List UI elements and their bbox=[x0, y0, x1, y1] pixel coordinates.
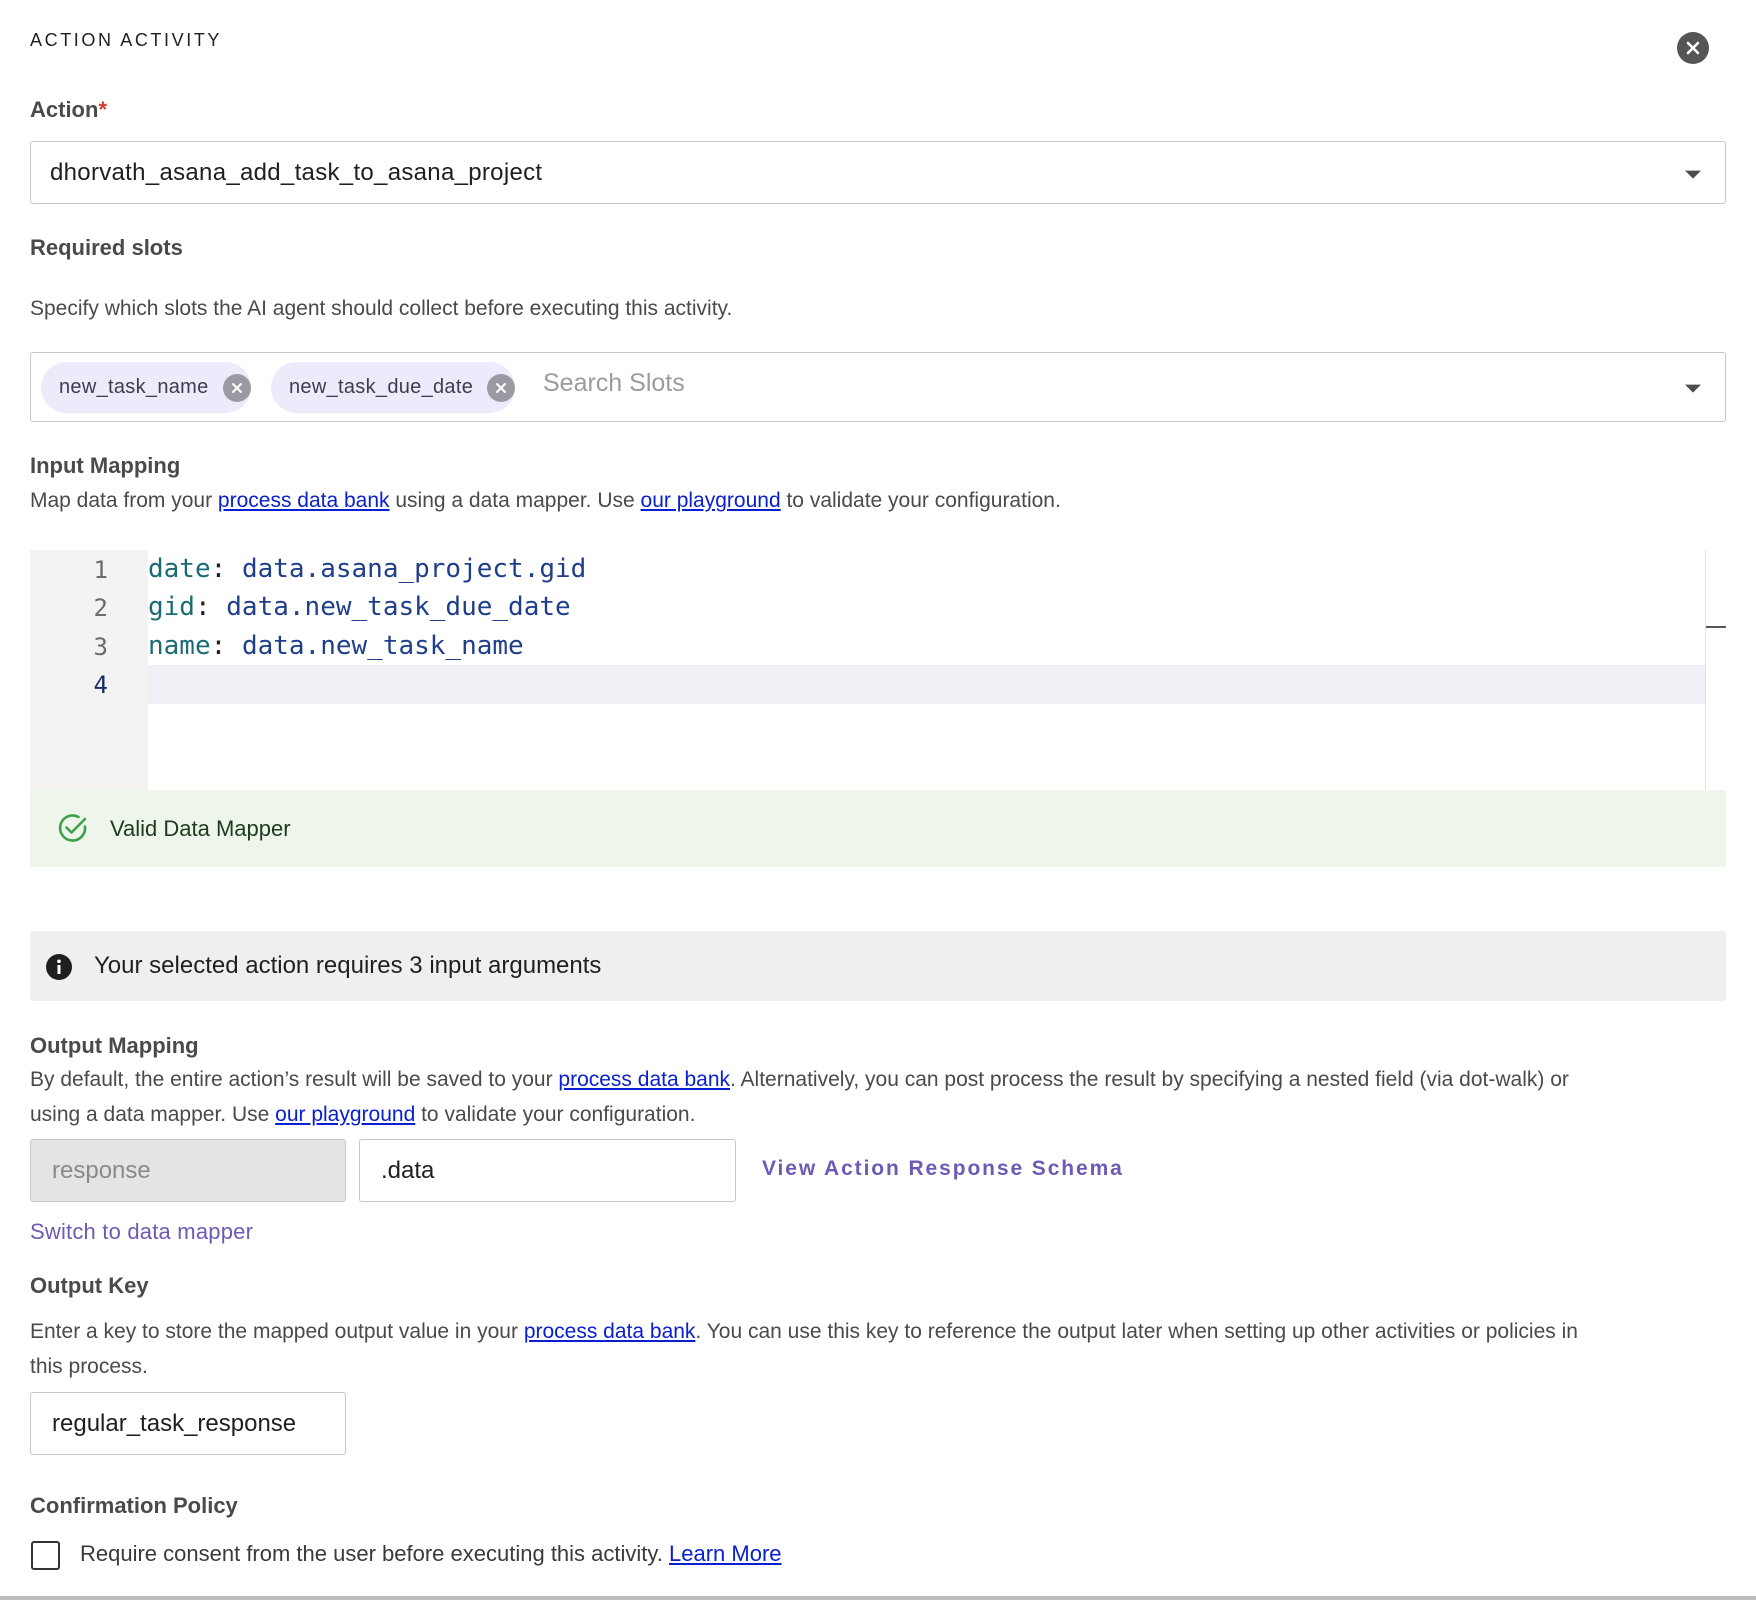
line-number: 1 bbox=[93, 556, 108, 584]
active-line-highlight bbox=[148, 665, 1706, 704]
action-select-value: dhorvath_asana_add_task_to_asana_project bbox=[50, 159, 543, 186]
close-button[interactable] bbox=[1677, 32, 1709, 64]
panel-title: ACTION ACTIVITY bbox=[30, 30, 223, 50]
consent-label: Require consent from the user before exe… bbox=[80, 1541, 782, 1566]
dot-walk-path-input[interactable] bbox=[359, 1139, 736, 1202]
slots-multiselect[interactable]: new_task_name new_task_due_date bbox=[30, 352, 1726, 422]
required-slots-label: Required slots bbox=[30, 235, 183, 260]
code-line: gid: data.new_task_due_date bbox=[148, 592, 571, 622]
close-icon bbox=[1686, 41, 1700, 55]
info-icon bbox=[46, 954, 72, 980]
remove-chip-icon[interactable] bbox=[222, 373, 251, 402]
response-prefix-input bbox=[30, 1139, 346, 1202]
input-mapping-label: Input Mapping bbox=[30, 453, 181, 478]
required-mark: * bbox=[98, 97, 108, 122]
output-key-label: Output Key bbox=[30, 1273, 149, 1298]
learn-more-link[interactable]: Learn More bbox=[669, 1541, 782, 1566]
playground-link[interactable]: our playground bbox=[641, 489, 781, 512]
process-data-bank-link[interactable]: process data bank bbox=[524, 1320, 696, 1343]
check-circle-icon bbox=[58, 814, 87, 842]
output-key-description: Enter a key to store the mapped output v… bbox=[30, 1320, 1578, 1378]
line-number: 3 bbox=[93, 633, 108, 661]
action-select[interactable]: dhorvath_asana_add_task_to_asana_project bbox=[30, 141, 1726, 204]
remove-chip-icon[interactable] bbox=[487, 373, 516, 402]
bottom-divider bbox=[0, 1596, 1756, 1600]
code-editor[interactable]: 1 2 3 4 date: data.asana_project.gid gid… bbox=[30, 550, 1726, 790]
input-mapping-description: Map data from your process data bank usi… bbox=[30, 489, 1061, 512]
action-label: Action* bbox=[30, 97, 108, 122]
playground-link[interactable]: our playground bbox=[275, 1103, 415, 1126]
info-text: Your selected action requires 3 input ar… bbox=[94, 952, 602, 979]
valid-mapper-text: Valid Data Mapper bbox=[110, 816, 291, 841]
editor-scrollbar[interactable] bbox=[1705, 550, 1706, 790]
slot-chip-label: new_task_name bbox=[59, 376, 209, 398]
info-banner: Your selected action requires 3 input ar… bbox=[30, 931, 1726, 1001]
chevron-down-icon[interactable] bbox=[1685, 384, 1701, 393]
switch-to-data-mapper-link[interactable]: Switch to data mapper bbox=[30, 1219, 253, 1245]
slot-chip: new_task_due_date bbox=[271, 362, 516, 413]
line-number: 4 bbox=[93, 671, 108, 699]
output-mapping-description: By default, the entire action’s result w… bbox=[30, 1068, 1569, 1126]
slot-chip-label: new_task_due_date bbox=[289, 376, 474, 398]
process-data-bank-link[interactable]: process data bank bbox=[558, 1068, 730, 1091]
output-mapping-label: Output Mapping bbox=[30, 1033, 199, 1058]
search-slots-input[interactable] bbox=[543, 369, 1143, 398]
chevron-down-icon[interactable] bbox=[1685, 170, 1701, 179]
consent-checkbox[interactable] bbox=[31, 1541, 60, 1570]
required-slots-description: Specify which slots the AI agent should … bbox=[30, 297, 733, 320]
scroll-position-marker bbox=[1706, 626, 1726, 628]
code-line: date: data.asana_project.gid bbox=[148, 554, 587, 584]
process-data-bank-link[interactable]: process data bank bbox=[218, 489, 390, 512]
line-gutter: 1 2 3 4 bbox=[30, 550, 148, 790]
valid-mapper-banner: Valid Data Mapper bbox=[30, 790, 1726, 867]
slot-chip: new_task_name bbox=[41, 362, 251, 413]
confirmation-policy-label: Confirmation Policy bbox=[30, 1493, 238, 1518]
view-response-schema-link[interactable]: View Action Response Schema bbox=[762, 1157, 1124, 1181]
output-key-input[interactable] bbox=[30, 1392, 346, 1455]
code-line: name: data.new_task_name bbox=[148, 631, 524, 661]
line-number: 2 bbox=[93, 594, 108, 622]
